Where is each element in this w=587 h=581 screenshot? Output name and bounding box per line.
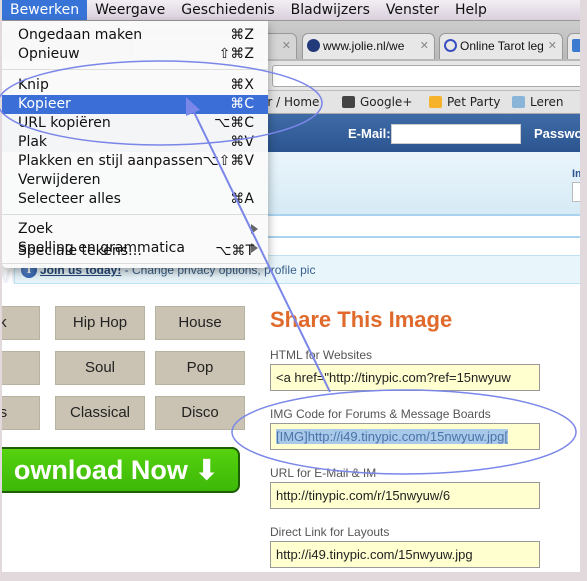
app-favicon-icon <box>572 39 580 52</box>
image-label: Im <box>572 168 580 180</box>
menu-separator <box>2 263 268 264</box>
menu-separator <box>2 214 268 215</box>
item-label: Knip <box>18 77 49 93</box>
genre-soul[interactable]: Soul <box>55 351 145 385</box>
genre-jazz[interactable]: zz <box>2 351 40 385</box>
menu-weergave[interactable]: Weergave <box>87 0 173 20</box>
menu-item-paste-match-style[interactable]: Plakken en stijl aanpassen ⌥⇧⌘V <box>2 152 268 171</box>
menu-item-special-characters[interactable]: Speciale tekens… ⌥⌘T <box>2 242 268 261</box>
menu-item-copy[interactable]: Kopieer ⌘C <box>2 95 268 114</box>
img-code-label: IMG Code for Forums & Message Boards <box>270 407 491 421</box>
menu-item-redo[interactable]: Opnieuw ⇧⌘Z <box>2 45 268 64</box>
address-bar[interactable] <box>272 65 580 87</box>
menu-bladwijzers[interactable]: Bladwijzers <box>283 0 378 20</box>
item-label: Selecteer alles <box>18 191 121 207</box>
html-code-field[interactable]: <a href="http://tinypic.com?ref=15nwyuw <box>270 364 540 391</box>
password-label: Passwor <box>534 126 580 141</box>
genre-hip-hop[interactable]: Hip Hop <box>55 306 145 340</box>
menu-item-select-all[interactable]: Selecteer alles ⌘A <box>2 190 268 209</box>
menu-geschiedenis[interactable]: Geschiedenis <box>173 0 282 20</box>
download-now-button[interactable]: ownload Now ⬇ <box>2 447 240 493</box>
item-shortcut: ⌘V <box>230 134 254 150</box>
item-shortcut: ⌘A <box>230 191 254 207</box>
genre-pop[interactable]: Pop <box>155 351 245 385</box>
item-shortcut: ⌘X <box>230 77 254 93</box>
tab-jolie[interactable]: www.jolie.nl/we ✕ <box>302 33 435 59</box>
item-label: Speciale tekens… <box>18 243 142 259</box>
close-tab-icon[interactable]: ✕ <box>282 39 291 52</box>
close-tab-icon[interactable]: ✕ <box>420 39 429 52</box>
tab-partial[interactable] <box>567 33 580 59</box>
item-label: URL kopiëren <box>18 115 111 131</box>
image-input[interactable] <box>572 182 580 202</box>
direct-link-field[interactable]: http://i49.tinypic.com/15nwyuw.jpg <box>270 541 540 568</box>
h-logo-icon <box>429 96 442 108</box>
item-label: Ongedaan maken <box>18 27 143 43</box>
bookmark-label: Leren <box>530 95 564 109</box>
genre-rock[interactable]: ock <box>2 306 40 340</box>
bookmark-home[interactable]: er / Home <box>260 95 319 109</box>
google-plus-icon <box>342 96 355 108</box>
item-shortcut: ⌥⌘C <box>214 115 254 131</box>
screen: ✕ www.jolie.nl/we ✕ Online Tarot leg ✕ er … <box>2 0 580 572</box>
email-input[interactable] <box>391 124 521 144</box>
item-shortcut: ⇧⌘Z <box>218 46 254 62</box>
email-label: E-Mail: <box>348 126 391 141</box>
submenu-arrow-icon <box>251 224 258 234</box>
share-title: Share This Image <box>270 307 453 332</box>
bookmark-leren[interactable]: Leren <box>512 95 564 109</box>
tab-label: Online Tarot leg <box>460 39 544 53</box>
menu-item-cut[interactable]: Knip ⌘X <box>2 76 268 95</box>
menu-item-delete[interactable]: Verwijderen <box>2 171 268 190</box>
menu-venster[interactable]: Venster <box>378 0 447 20</box>
menu-bar: Bewerken Weergave Geschiedenis Bladwijze… <box>2 0 580 21</box>
url-field[interactable]: http://tinypic.com/r/15nwyuw/6 <box>270 482 540 509</box>
field-value-selected: [IMG]http://i49.tinypic.com/15nwyuw.jpg[ <box>276 429 508 444</box>
bookmark-pet-party[interactable]: Pet Party <box>429 95 501 109</box>
item-shortcut: ⌥⌘T <box>215 243 254 259</box>
close-tab-icon[interactable]: ✕ <box>548 39 557 52</box>
item-label: Opnieuw <box>18 46 80 62</box>
img-code-field[interactable]: [IMG]http://i49.tinypic.com/15nwyuw.jpg[ <box>270 423 540 450</box>
field-value: <a href="http://tinypic.com?ref=15nwyuw <box>276 370 511 385</box>
item-label: Plakken en stijl aanpassen <box>18 153 203 169</box>
tab-tarot[interactable]: Online Tarot leg ✕ <box>439 33 563 59</box>
item-shortcut: ⌘Z <box>230 27 254 43</box>
bookmark-label: Pet Party <box>447 95 501 109</box>
direct-link-label: Direct Link for Layouts <box>270 525 390 539</box>
menu-item-undo[interactable]: Ongedaan maken ⌘Z <box>2 26 268 45</box>
item-label: Kopieer <box>18 96 71 112</box>
genre-classical[interactable]: Classical <box>55 396 145 430</box>
field-value: http://tinypic.com/r/15nwyuw/6 <box>276 488 451 503</box>
genre-disco[interactable]: Disco <box>155 396 245 430</box>
item-shortcut: ⌥⇧⌘V <box>202 153 254 169</box>
menu-separator <box>2 69 268 70</box>
item-label: Verwijderen <box>18 172 101 188</box>
item-label: Zoek <box>18 221 53 237</box>
bookmark-google-plus[interactable]: Google+ <box>342 95 412 109</box>
tarot-favicon-icon <box>444 39 457 52</box>
menu-item-find[interactable]: Zoek <box>2 220 268 239</box>
edit-menu-dropdown: Ongedaan maken ⌘Z Opnieuw ⇧⌘Z Knip ⌘X Kopie… <box>2 21 268 268</box>
html-label: HTML for Websites <box>270 348 373 362</box>
item-label: Plak <box>18 134 48 150</box>
item-shortcut: ⌘C <box>230 96 254 112</box>
genre-house[interactable]: House <box>155 306 245 340</box>
folder-icon <box>512 96 525 108</box>
tab-label: www.jolie.nl/we <box>323 39 405 53</box>
field-value: http://i49.tinypic.com/15nwyuw.jpg <box>276 547 473 562</box>
menu-help[interactable]: Help <box>447 0 495 20</box>
genre-blues[interactable]: ues <box>2 396 40 430</box>
menu-item-paste[interactable]: Plak ⌘V <box>2 133 268 152</box>
menu-item-copy-url[interactable]: URL kopiëren ⌥⌘C <box>2 114 268 133</box>
bookmark-label: Google+ <box>360 95 413 109</box>
url-label: URL for E-Mail & IM <box>270 466 377 480</box>
menu-bewerken[interactable]: Bewerken <box>2 0 88 20</box>
site-favicon-icon <box>307 39 320 52</box>
